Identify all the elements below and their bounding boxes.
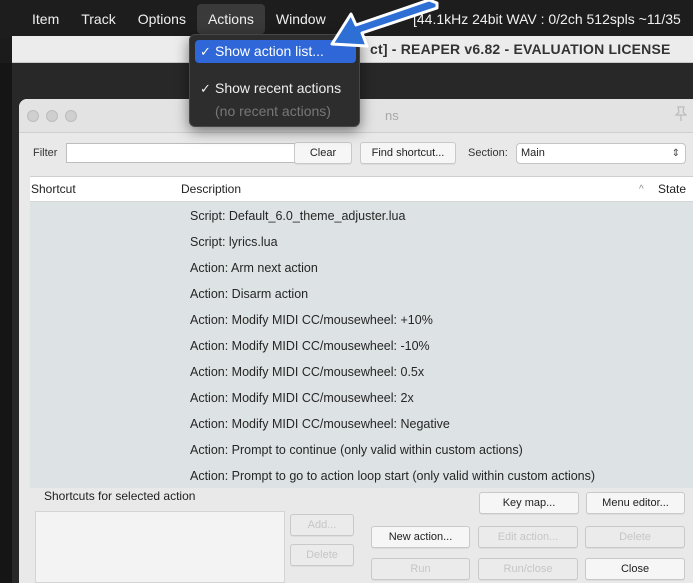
find-shortcut-button[interactable]: Find shortcut... — [360, 142, 456, 164]
menu-item-show-recent-actions[interactable]: ✓ Show recent actions — [195, 77, 356, 100]
column-header-shortcut[interactable]: Shortcut — [31, 177, 76, 202]
shortcuts-label: Shortcuts for selected action — [44, 489, 196, 503]
delete-shortcut-button[interactable]: Delete — [290, 544, 354, 566]
pin-icon[interactable] — [674, 106, 688, 122]
chevron-up-icon: ^ — [639, 184, 644, 195]
menu-actions[interactable]: Actions — [196, 4, 265, 34]
shortcuts-list[interactable] — [35, 511, 285, 583]
table-row[interactable]: Action: Prompt to continue (only valid w… — [30, 437, 693, 463]
menu-track[interactable]: Track — [70, 4, 126, 34]
section-select[interactable]: Main ⇕ — [516, 143, 686, 164]
menu-options[interactable]: Options — [127, 4, 197, 34]
zoom-window-button[interactable] — [65, 110, 77, 122]
delete-action-button[interactable]: Delete — [585, 526, 685, 548]
menu-item-label: (no recent actions) — [215, 103, 331, 119]
updown-chevron-icon: ⇕ — [671, 148, 680, 159]
table-row[interactable]: Action: Arm next action — [30, 255, 693, 281]
close-button[interactable]: Close — [585, 558, 685, 580]
table-row[interactable]: Action: Modify MIDI CC/mousewheel: +10% — [30, 307, 693, 333]
edit-action-button[interactable]: Edit action... — [478, 526, 578, 548]
dialog-title: ns — [385, 108, 399, 123]
filter-label: Filter — [33, 147, 58, 159]
bottom-panel: Shortcuts for selected action Add... Del… — [19, 488, 693, 583]
run-close-button[interactable]: Run/close — [478, 558, 578, 580]
checkmark-icon: ✓ — [200, 44, 211, 59]
actions-dialog: ns Filter Clear Find shortcut... Section… — [19, 99, 693, 583]
new-action-button[interactable]: New action... — [371, 526, 470, 548]
close-window-button[interactable] — [27, 110, 39, 122]
table-row[interactable]: Script: Default_6.0_theme_adjuster.lua — [30, 203, 693, 229]
table-row[interactable]: Action: Modify MIDI CC/mousewheel: 0.5x — [30, 359, 693, 385]
table-row[interactable]: Action: Prompt to go to action loop star… — [30, 463, 693, 489]
minimize-window-button[interactable] — [46, 110, 58, 122]
table-row[interactable]: Action: Modify MIDI CC/mousewheel: Negat… — [30, 411, 693, 437]
add-shortcut-button[interactable]: Add... — [290, 514, 354, 536]
section-label: Section: — [468, 147, 508, 159]
arrow-icon — [330, 0, 439, 48]
table-row[interactable]: Script: lyrics.lua — [30, 229, 693, 255]
table-row[interactable]: Action: Modify MIDI CC/mousewheel: 2x — [30, 385, 693, 411]
menu-item-label: Show action list... — [215, 43, 324, 59]
column-header-state[interactable]: State — [658, 177, 686, 202]
menu-item[interactable]: Item — [21, 4, 70, 34]
table-row[interactable]: Action: Disarm action — [30, 281, 693, 307]
run-button[interactable]: Run — [371, 558, 470, 580]
menu-item-no-recent-actions: (no recent actions) — [195, 100, 356, 123]
action-list-table[interactable]: Shortcut Description ^ State Script: Def… — [30, 176, 693, 488]
audio-status-text: [44.1kHz 24bit WAV : 0/2ch 512spls ~11/3… — [413, 11, 681, 27]
menu-item-label: Show recent actions — [215, 80, 342, 96]
key-map-button[interactable]: Key map... — [479, 492, 579, 514]
checkmark-icon: ✓ — [200, 81, 211, 96]
reaper-left-edge — [0, 63, 12, 583]
column-header-description[interactable]: Description — [181, 177, 241, 202]
filter-input[interactable] — [66, 143, 306, 163]
table-header: Shortcut Description ^ State — [30, 177, 693, 202]
menu-editor-button[interactable]: Menu editor... — [586, 492, 685, 514]
clear-button[interactable]: Clear — [294, 142, 352, 164]
section-value: Main — [521, 147, 545, 159]
filter-row: Filter Clear Find shortcut... Section: M… — [19, 140, 693, 166]
table-row[interactable]: Action: Modify MIDI CC/mousewheel: -10% — [30, 333, 693, 359]
table-rows: Script: Default_6.0_theme_adjuster.lua S… — [30, 203, 693, 489]
